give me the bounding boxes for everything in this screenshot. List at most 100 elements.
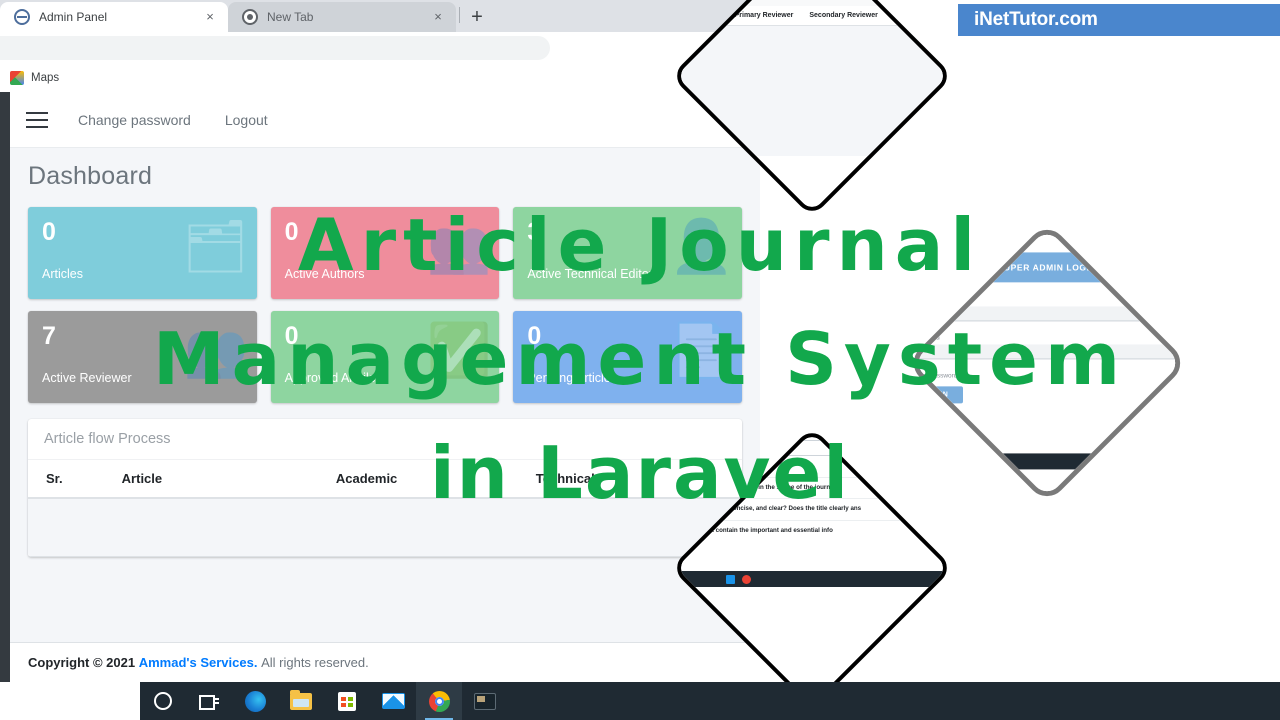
col-technical: Technical xyxy=(527,460,742,499)
col-secondary-reviewer: Secondary Reviewer xyxy=(809,11,878,20)
stat-value: 0 xyxy=(284,218,299,246)
tab-new-tab[interactable]: New Tab × xyxy=(228,2,456,32)
top-navbar: Change password Logout xyxy=(10,92,760,148)
edge-icon xyxy=(244,690,266,712)
mail-icon xyxy=(381,693,405,709)
new-tab-button[interactable]: + xyxy=(463,3,491,31)
tab-separator xyxy=(459,6,460,23)
col-sr: Sr. xyxy=(28,460,114,499)
browser-chrome: Admin Panel × New Tab × + hiefeditor/das… xyxy=(0,0,760,92)
mail-icon xyxy=(726,574,735,584)
password-field[interactable] xyxy=(909,344,1185,360)
table-header-row: Sr. Article Academic Technical xyxy=(28,460,742,499)
stat-value: 7 xyxy=(42,322,56,350)
mini-spacer xyxy=(670,541,954,572)
app-icon xyxy=(474,692,496,710)
windows-taskbar xyxy=(0,682,1280,720)
tab-strip: Admin Panel × New Tab × + xyxy=(0,0,760,32)
hamburger-icon[interactable] xyxy=(26,111,48,128)
microsoft-store-icon xyxy=(338,691,356,711)
email-field[interactable] xyxy=(909,306,1185,322)
watermark-text: iNetTutor.com xyxy=(974,9,1098,30)
stat-label: Approved Artciles xyxy=(284,370,382,385)
stat-label: Active Authors xyxy=(284,266,365,281)
page-title: Dashboard xyxy=(28,162,153,190)
tab-title: Admin Panel xyxy=(39,10,108,24)
taskbar-left-pad xyxy=(0,682,140,720)
stat-card-pending-articles[interactable]: 0 Pending Articles 📄 xyxy=(513,311,742,403)
table-body xyxy=(28,498,742,557)
stat-label: Active Technical Editors xyxy=(527,266,660,281)
tab-admin-panel[interactable]: Admin Panel × xyxy=(0,2,228,32)
stat-card-approved-articles[interactable]: 0 Approved Artciles ✅ xyxy=(270,311,500,403)
mini-taskbar xyxy=(905,453,1189,470)
stat-card-active-reviewer[interactable]: 7 Active Reviewer 👥 xyxy=(28,311,257,403)
diamond-super-admin-login[interactable]: SUPER ADMIN LOGIN Email Password Forget … xyxy=(905,221,1189,505)
globe-icon xyxy=(14,9,30,25)
table-row xyxy=(28,498,742,557)
taskbar-mail-button[interactable] xyxy=(370,682,416,720)
mini-spacer xyxy=(905,221,1189,253)
screenshot-root: Change password Logout Dashboard 0 Artic… xyxy=(0,0,1280,720)
close-icon[interactable]: × xyxy=(202,9,218,25)
taskbar-store-button[interactable] xyxy=(324,682,370,720)
chrome-icon xyxy=(742,574,751,584)
login-form: Email Password Forget password? LOGIN xyxy=(905,282,1189,418)
tab-title: New Tab xyxy=(267,10,314,24)
bookmark-label: Maps xyxy=(31,72,60,84)
footer-copyright: Copyright © 2021 xyxy=(28,655,136,670)
watermark-banner: iNetTutor.com xyxy=(958,4,1280,36)
mini-spacer xyxy=(905,417,1189,454)
stat-value: 0 xyxy=(42,218,56,246)
col-article: Article xyxy=(113,460,328,499)
forget-password-link[interactable]: Forget password? xyxy=(909,372,1185,379)
stat-value: 0 xyxy=(527,322,542,350)
close-icon[interactable]: × xyxy=(430,9,446,25)
col-academic: Academic xyxy=(327,460,528,499)
taskbar-task-view-button[interactable] xyxy=(186,682,232,720)
taskbar-app-button[interactable] xyxy=(462,682,508,720)
stat-value: 0 xyxy=(284,322,299,350)
panel-title: Article flow Process xyxy=(44,431,171,447)
browser-toolbar: hiefeditor/dashboard xyxy=(0,32,760,64)
taskbar-chrome-button[interactable] xyxy=(416,682,462,720)
stat-label: Active Reviewer xyxy=(42,370,132,385)
taskbar-edge-button[interactable] xyxy=(232,682,278,720)
stat-card-articles[interactable]: 0 Articles 🗂 xyxy=(28,207,257,299)
cell xyxy=(113,498,328,557)
article-flow-panel: Article flow Process Sr. Article Academi… xyxy=(28,419,742,557)
diamond-login-content: SUPER ADMIN LOGIN Email Password Forget … xyxy=(905,221,1189,505)
maps-icon xyxy=(10,71,24,85)
task-view-icon xyxy=(199,694,219,710)
nav-logout[interactable]: Logout xyxy=(225,112,268,128)
chrome-icon xyxy=(977,456,986,466)
stat-cards-grid: 0 Articles 🗂 0 Active Authors 👥 3 Active… xyxy=(28,207,742,403)
article-flow-table: Sr. Article Academic Technical xyxy=(28,460,742,557)
mail-icon xyxy=(961,456,970,466)
panel-header: Article flow Process xyxy=(28,419,742,460)
admin-dashboard-page: Change password Logout Dashboard 0 Artic… xyxy=(0,92,760,682)
nav-change-password[interactable]: Change password xyxy=(78,112,191,128)
stat-card-active-technical-editors[interactable]: 3 Active Technical Editors 👤 xyxy=(513,207,742,299)
chrome-icon xyxy=(428,690,450,712)
login-button[interactable]: LOGIN xyxy=(909,386,963,404)
cell xyxy=(327,498,528,557)
footer-brand-link[interactable]: Ammad's Services. xyxy=(139,655,258,670)
bookmark-maps[interactable]: Maps xyxy=(2,69,67,87)
cell xyxy=(28,498,114,557)
taskbar-icons xyxy=(140,682,508,720)
taskbar-file-explorer-button[interactable] xyxy=(278,682,324,720)
col-primary-reviewer: Primary Reviewer xyxy=(734,12,794,19)
table-head: Sr. Article Academic Technical xyxy=(28,460,742,499)
bookmarks-bar: Maps xyxy=(0,64,760,92)
login-heading: SUPER ADMIN LOGIN xyxy=(905,252,1189,283)
page-footer: Copyright © 2021 Ammad's Services. All r… xyxy=(10,642,760,682)
footer-rights: All rights reserved. xyxy=(261,655,369,670)
stat-card-active-authors[interactable]: 0 Active Authors 👥 xyxy=(270,207,500,299)
taskbar-cortana-button[interactable] xyxy=(140,682,186,720)
stat-value: 3 xyxy=(527,218,542,246)
cortana-icon xyxy=(154,692,172,710)
mini-taskbar xyxy=(670,571,954,588)
email-label: Email xyxy=(909,296,927,304)
address-bar[interactable]: hiefeditor/dashboard xyxy=(0,36,550,60)
